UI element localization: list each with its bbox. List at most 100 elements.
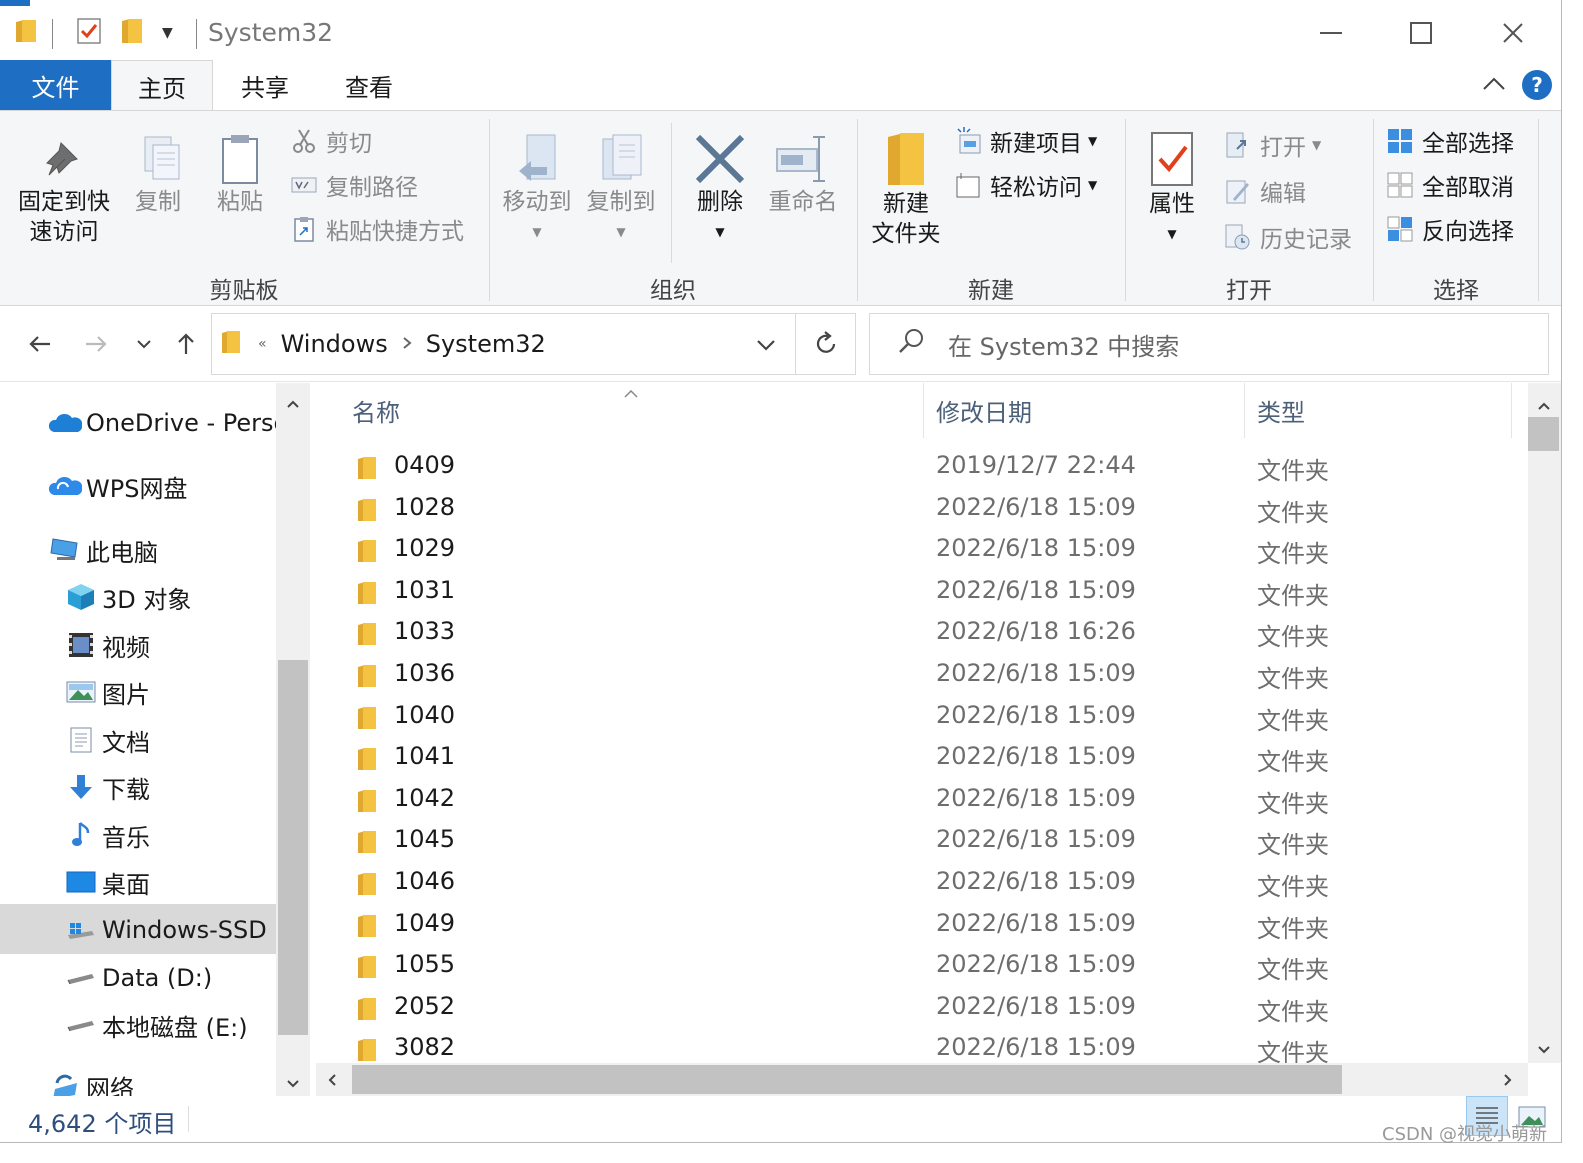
file-date: 2022/6/18 15:09 (936, 950, 1136, 979)
properties-button[interactable]: 属性 ▼ (1136, 129, 1208, 249)
nav-item-desktop[interactable]: 桌面 (64, 859, 150, 905)
nav-item-3d-objects[interactable]: 3D 对象 (64, 574, 191, 620)
tab-view[interactable]: 查看 (317, 60, 421, 110)
address-dropdown-chevron-icon[interactable] (756, 336, 776, 355)
select-none-button[interactable]: 全部取消 (1386, 167, 1514, 203)
folder-icon (356, 705, 378, 737)
scroll-left-arrow-icon[interactable] (328, 1071, 336, 1090)
nav-item-pictures[interactable]: 图片 (64, 669, 150, 715)
copy-path-button[interactable]: 复制路径 (290, 167, 418, 203)
nav-item-local-disk-e[interactable]: 本地磁盘 (E:) (64, 1002, 248, 1048)
scroll-up-arrow-icon[interactable] (287, 393, 299, 412)
breadcrumb-windows[interactable]: Windows (281, 330, 388, 358)
pin-to-quick-access-button[interactable]: 固定到快 速访问 (12, 131, 116, 247)
chevron-right-icon[interactable] (402, 334, 412, 355)
rename-button[interactable]: 重命名 (764, 131, 842, 217)
copy-to-icon (602, 134, 642, 180)
scroll-up-arrow-icon[interactable] (1538, 395, 1550, 414)
table-row[interactable]: 1049 2022/6/18 15:09 文件夹 (316, 905, 1528, 947)
copy-to-button[interactable]: 复制到 ▼ (582, 131, 660, 247)
nav-item-network[interactable]: 网络 (48, 1063, 134, 1096)
nav-item-windows-ssd[interactable]: Windows-SSD ( (64, 907, 284, 953)
nav-item-this-pc[interactable]: 此电脑 (48, 527, 158, 573)
up-button[interactable] (166, 324, 206, 364)
maximize-button[interactable] (1376, 6, 1466, 60)
3d-objects-icon (64, 582, 98, 612)
help-icon[interactable]: ? (1522, 70, 1552, 100)
nav-pane-scrollbar[interactable] (276, 383, 310, 1096)
file-list-horizontal-scrollbar[interactable] (316, 1063, 1528, 1096)
table-row[interactable]: 1045 2022/6/18 15:09 文件夹 (316, 821, 1528, 863)
tab-share[interactable]: 共享 (213, 60, 317, 110)
table-row[interactable]: 1041 2022/6/18 15:09 文件夹 (316, 738, 1528, 780)
table-row[interactable]: 1031 2022/6/18 15:09 文件夹 (316, 572, 1528, 614)
rename-icon (776, 136, 825, 182)
table-row[interactable]: 0409 2019/12/7 22:44 文件夹 (316, 447, 1528, 489)
scroll-right-arrow-icon[interactable] (1504, 1071, 1512, 1090)
forward-arrow-icon (86, 336, 107, 352)
recent-locations-button[interactable] (128, 324, 160, 364)
new-folder-button[interactable]: 新建 文件夹 (864, 129, 948, 249)
paste-shortcut-button[interactable]: 粘贴快捷方式 (290, 211, 464, 247)
table-row[interactable]: 1028 2022/6/18 15:09 文件夹 (316, 489, 1528, 531)
horizontal-scrollbar-thumb[interactable] (352, 1065, 1342, 1094)
table-row[interactable]: 1036 2022/6/18 15:09 文件夹 (316, 655, 1528, 697)
forward-button[interactable] (76, 324, 116, 364)
copy-button[interactable]: 复制 (122, 131, 194, 217)
column-header-date[interactable]: 修改日期 (936, 383, 1032, 438)
customize-toolbar-chevron-icon[interactable]: ▼ (162, 6, 173, 60)
file-type: 文件夹 (1257, 789, 1329, 818)
table-row[interactable]: 1033 2022/6/18 16:26 文件夹 (316, 613, 1528, 655)
column-header-type[interactable]: 类型 (1257, 383, 1305, 438)
nav-item-onedrive[interactable]: OneDrive - Persc (48, 400, 287, 446)
address-bar[interactable]: « Windows System32 (211, 313, 856, 375)
nav-item-videos[interactable]: 视频 (64, 622, 150, 668)
refresh-icon[interactable] (814, 330, 838, 360)
nav-item-wps-cloud[interactable]: WPS网盘 (48, 463, 187, 509)
new-item-button[interactable]: 新建项目 ▼ (954, 123, 1097, 159)
network-icon (48, 1071, 82, 1096)
breadcrumb-system32[interactable]: System32 (426, 330, 546, 358)
nav-item-data-d[interactable]: Data (D:) (64, 955, 212, 1001)
history-button[interactable]: 历史记录 (1224, 219, 1352, 255)
clipboard-paste-icon (222, 135, 258, 184)
tab-file[interactable]: 文件 (0, 60, 111, 110)
table-row[interactable]: 3082 2022/6/18 15:09 文件夹 (316, 1029, 1528, 1063)
table-row[interactable]: 2052 2022/6/18 15:09 文件夹 (316, 988, 1528, 1030)
status-bar: 4,642 个项目 (0, 1096, 1561, 1142)
delete-button[interactable]: 删除 ▼ (684, 131, 756, 247)
nav-item-downloads[interactable]: 下载 (64, 764, 150, 810)
table-row[interactable]: 1042 2022/6/18 15:09 文件夹 (316, 780, 1528, 822)
easy-access-button[interactable]: 轻松访问 ▼ (954, 167, 1097, 203)
search-input[interactable]: 在 System32 中搜索 (869, 313, 1549, 375)
edit-button[interactable]: 编辑 (1224, 173, 1306, 209)
navigation-pane: OneDrive - Persc WPS网盘 此电脑 3D 对象 视频 图片 文… (0, 383, 310, 1096)
tab-home[interactable]: 主页 (111, 60, 213, 111)
column-header-name[interactable]: 名称 (352, 383, 400, 438)
new-folder-icon[interactable] (120, 17, 144, 49)
minimize-button[interactable] (1286, 6, 1376, 60)
file-type: 文件夹 (1257, 1039, 1329, 1063)
table-row[interactable]: 1040 2022/6/18 15:09 文件夹 (316, 697, 1528, 739)
breadcrumb-overflow[interactable]: « (258, 336, 267, 352)
cut-button[interactable]: 剪切 (290, 123, 372, 159)
invert-selection-button[interactable]: 反向选择 (1386, 211, 1514, 247)
table-row[interactable]: 1046 2022/6/18 15:09 文件夹 (316, 863, 1528, 905)
scroll-down-arrow-icon[interactable] (1538, 1039, 1550, 1058)
file-list-scrollbar-thumb[interactable] (1528, 417, 1559, 451)
select-all-button[interactable]: 全部选择 (1386, 123, 1514, 159)
back-button[interactable] (20, 324, 60, 364)
table-row[interactable]: 1055 2022/6/18 15:09 文件夹 (316, 946, 1528, 988)
scroll-down-arrow-icon[interactable] (287, 1073, 299, 1092)
nav-pane-scrollbar-thumb[interactable] (278, 660, 308, 1035)
open-button[interactable]: 打开 ▼ (1224, 127, 1321, 163)
move-to-button[interactable]: 移动到 ▼ (498, 131, 576, 247)
paste-button[interactable]: 粘贴 (204, 131, 276, 217)
close-button[interactable] (1468, 6, 1558, 60)
file-list-scrollbar[interactable] (1528, 383, 1561, 1063)
table-row[interactable]: 1029 2022/6/18 15:09 文件夹 (316, 530, 1528, 572)
collapse-ribbon-chevron-icon[interactable] (1482, 72, 1506, 97)
nav-item-music[interactable]: 音乐 (64, 812, 150, 858)
properties-checkmark-icon[interactable] (76, 17, 102, 49)
nav-item-documents[interactable]: 文档 (64, 717, 150, 763)
